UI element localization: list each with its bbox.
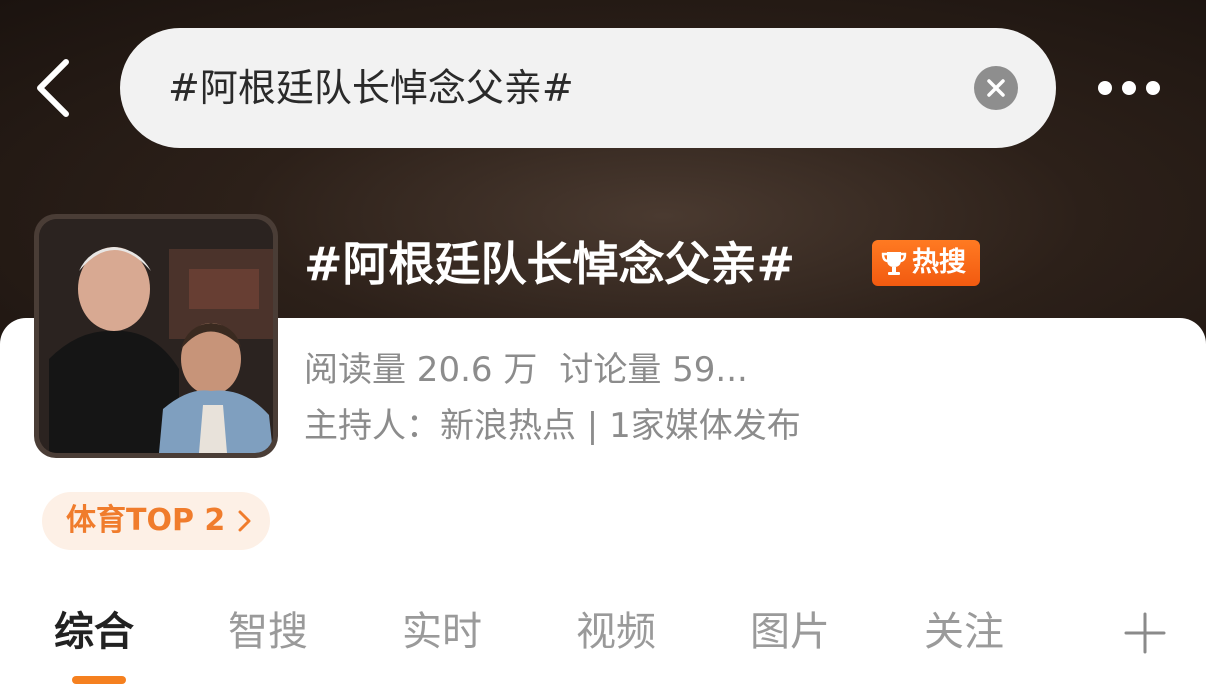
- tab-images[interactable]: 图片: [750, 596, 830, 668]
- tab-comprehensive[interactable]: 综合: [54, 596, 134, 668]
- chevron-right-icon: [238, 510, 251, 532]
- search-input[interactable]: #阿根廷队长悼念父亲#: [168, 58, 574, 118]
- topic-title: #阿根廷队长悼念父亲#: [304, 237, 796, 291]
- tab-smart-search[interactable]: 智搜: [228, 596, 308, 668]
- back-button[interactable]: [30, 58, 80, 118]
- back-icon: [37, 59, 69, 117]
- hot-badge-label: 热搜: [912, 247, 966, 278]
- tab-video[interactable]: 视频: [576, 596, 656, 668]
- topic-cover-image[interactable]: [34, 214, 278, 458]
- category-rank-pill[interactable]: 体育TOP 2: [42, 492, 270, 550]
- discussion-count: 讨论量 59...: [559, 350, 748, 390]
- add-tab-button[interactable]: [1124, 612, 1166, 654]
- topic-stats: 阅读量 20.6 万讨论量 59...: [304, 344, 770, 396]
- more-button[interactable]: [1096, 74, 1166, 104]
- clear-search-button[interactable]: [974, 66, 1018, 110]
- tab-realtime[interactable]: 实时: [402, 596, 482, 668]
- plus-icon: [1124, 612, 1166, 654]
- trophy-icon: [881, 252, 907, 275]
- tab-following[interactable]: 关注: [924, 596, 1004, 668]
- search-bar[interactable]: #阿根廷队长悼念父亲#: [120, 28, 1056, 148]
- clear-icon: [987, 79, 1005, 97]
- category-rank-label: 体育TOP 2: [66, 503, 226, 538]
- tab-bar: 综合 智搜 实时 视频 图片 关注: [0, 596, 1206, 676]
- topic-host[interactable]: 主持人：新浪热点 | 1家媒体发布: [304, 400, 801, 452]
- read-count: 阅读量 20.6 万: [304, 350, 538, 390]
- hot-search-badge[interactable]: 热搜: [872, 240, 980, 286]
- cover-photo: [39, 219, 273, 453]
- active-tab-indicator: [72, 676, 126, 684]
